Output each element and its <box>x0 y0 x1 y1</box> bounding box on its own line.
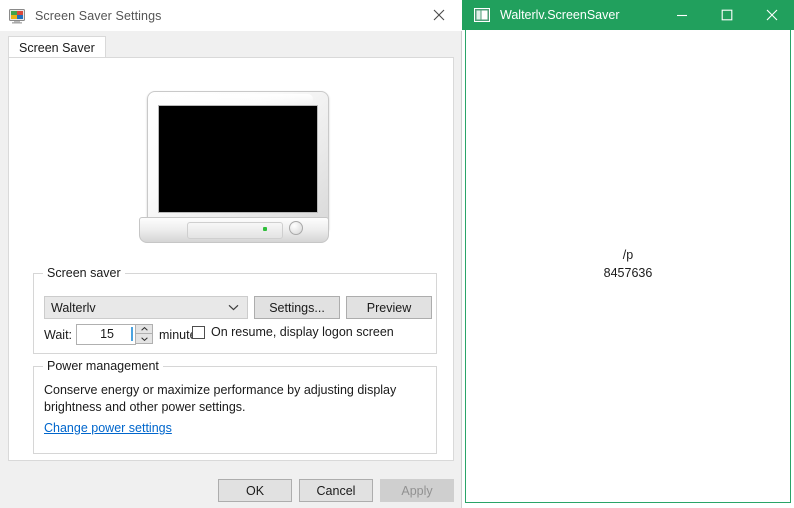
tab-label: Screen Saver <box>19 40 95 55</box>
monitor-screen <box>158 105 318 213</box>
window-app-icon <box>474 8 490 22</box>
power-management-description: Conserve energy or maximize performance … <box>44 383 397 414</box>
monitor-icon <box>9 8 25 24</box>
dialog-title: Screen Saver Settings <box>35 8 162 23</box>
screen-saver-groupbox: Screen saver Walterlv Settings... Previe… <box>33 266 437 354</box>
dialog-titlebar: Screen Saver Settings <box>0 0 462 31</box>
ok-button-label: OK <box>245 483 265 498</box>
apply-button-label: Apply <box>401 483 433 498</box>
close-icon[interactable] <box>416 0 461 30</box>
wait-minutes-value: 15 <box>100 327 114 341</box>
tabstrip: Screen Saver <box>8 36 454 58</box>
settings-button-label: Settings... <box>269 300 325 315</box>
screen-saver-settings-dialog: Screen Saver Settings Screen Saver Scree… <box>0 0 462 508</box>
cancel-button-label: Cancel <box>316 483 356 498</box>
apply-button: Apply <box>380 479 454 502</box>
monitor-preview <box>139 91 329 243</box>
screensaver-app-window: Walterlv.ScreenSaver /p 8457636 <box>462 0 794 506</box>
chevron-down-icon <box>228 304 239 311</box>
preview-button[interactable]: Preview <box>346 296 432 319</box>
screensaver-arg-line-2: 8457636 <box>603 266 653 280</box>
screen-saver-select[interactable]: Walterlv <box>44 296 248 319</box>
preview-button-label: Preview <box>366 300 412 315</box>
screen-saver-group-legend: Screen saver <box>43 266 125 280</box>
wait-label: Wait: <box>44 328 73 342</box>
screensaver-client-area: /p 8457636 <box>465 30 791 503</box>
minimize-icon[interactable] <box>659 0 704 30</box>
on-resume-checkbox-label: On resume, display logon screen <box>211 325 394 339</box>
change-power-settings-link[interactable]: Change power settings <box>44 421 172 435</box>
tab-page-screen-saver: Screen saver Walterlv Settings... Previe… <box>8 57 454 461</box>
power-led-icon <box>263 227 267 231</box>
spinner-down-icon[interactable] <box>135 333 153 344</box>
power-management-group-legend: Power management <box>43 359 163 373</box>
close-icon[interactable] <box>749 0 794 30</box>
wait-minutes-stepper[interactable]: 15 <box>76 324 153 345</box>
maximize-icon[interactable] <box>704 0 749 30</box>
ok-button[interactable]: OK <box>218 479 292 502</box>
checkbox-box-icon <box>192 325 205 339</box>
screensaver-arg-line-1: /p <box>622 248 634 262</box>
on-resume-display-logon-checkbox[interactable]: On resume, display logon screen <box>192 325 394 339</box>
cancel-button[interactable]: Cancel <box>299 479 373 502</box>
power-management-groupbox: Power management Conserve energy or maxi… <box>33 359 437 454</box>
screensaver-window-title: Walterlv.ScreenSaver <box>500 8 620 22</box>
screen-saver-select-value: Walterlv <box>51 300 96 315</box>
power-button-icon <box>289 221 303 235</box>
text-caret <box>131 327 133 341</box>
tab-screen-saver[interactable]: Screen Saver <box>8 36 106 58</box>
screensaver-arguments-text: /p 8457636 <box>466 246 790 282</box>
stepper-buttons <box>135 324 153 345</box>
monitor-gloss <box>153 94 313 104</box>
settings-button[interactable]: Settings... <box>254 296 340 319</box>
monitor-stand-plate <box>187 222 283 239</box>
